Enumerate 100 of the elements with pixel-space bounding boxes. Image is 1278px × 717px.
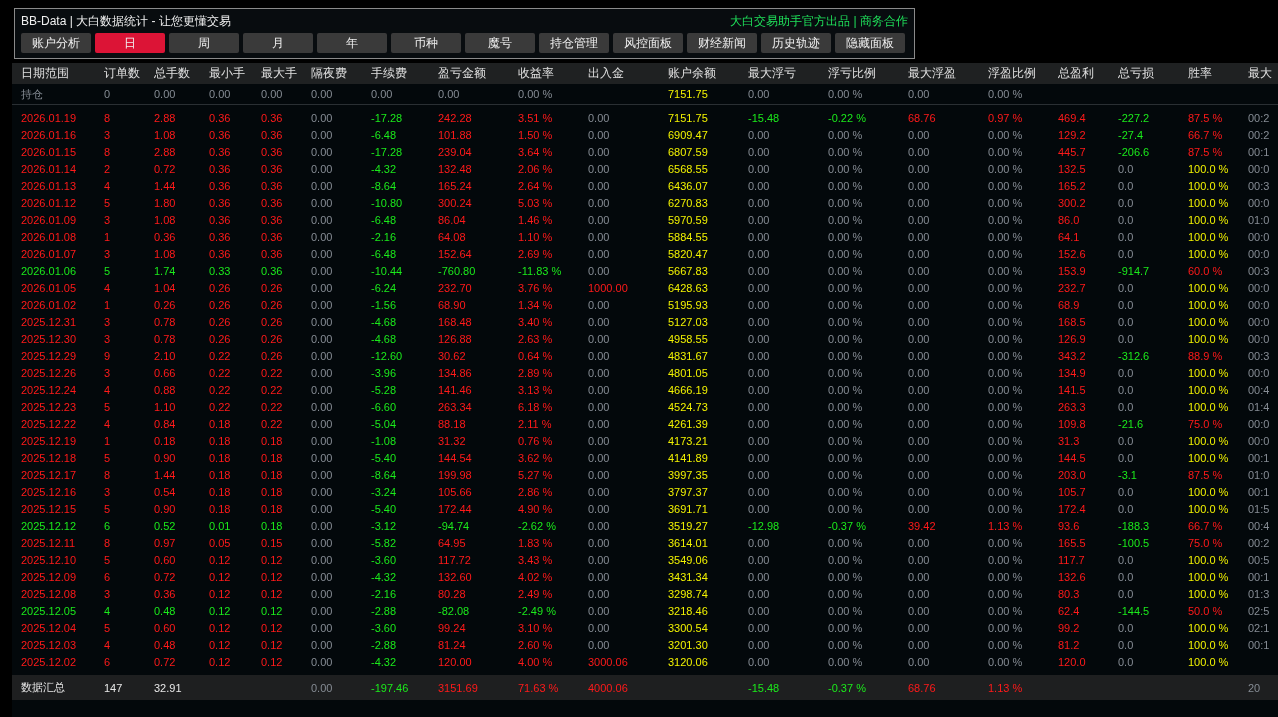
- table-cell-text: 88.9 %: [1188, 349, 1224, 362]
- table-cell-text: 00:4: [1248, 383, 1271, 396]
- row-label: 2025.12.22: [21, 417, 78, 430]
- table-cell-text: 0.00: [311, 638, 334, 651]
- table-cell-text: 0.00 %: [828, 400, 864, 413]
- table-cell-text: 0.0: [1118, 451, 1135, 464]
- table-cell-text: -4.68: [371, 315, 398, 328]
- period-tab[interactable]: 周: [169, 33, 239, 53]
- table-cell-text: 144.5: [1058, 451, 1087, 464]
- table-cell-text: 0.0: [1118, 179, 1135, 192]
- table-cell-text: 0.00: [311, 383, 334, 396]
- table-cell-text: -17.28: [371, 145, 404, 158]
- period-tab[interactable]: 日: [95, 33, 165, 53]
- table-cell-text: 0.72: [154, 162, 177, 175]
- table-cell-text: 0.00: [588, 213, 611, 226]
- period-tab[interactable]: 魔号: [465, 33, 535, 53]
- table-cell-text: 0.00 %: [988, 485, 1024, 498]
- period-tab[interactable]: 币种: [391, 33, 461, 53]
- table-cell-text: -2.88: [371, 604, 398, 617]
- table-cell-text: 0.00: [908, 502, 931, 515]
- period-tab[interactable]: 月: [243, 33, 313, 53]
- credit-link[interactable]: 大白交易助手官方出品 | 商务合作: [730, 12, 908, 30]
- table-cell-text: 3797.37: [668, 485, 709, 498]
- table-cell-text: 00:1: [1248, 145, 1271, 158]
- table-cell-text: 0.00 %: [988, 128, 1024, 141]
- column-header: 浮亏比例: [828, 65, 877, 82]
- table-cell-text: 8: [104, 111, 112, 124]
- table-cell-text: 0.00: [908, 162, 931, 175]
- row-label: 2026.01.14: [21, 162, 78, 175]
- table-cell-text: 0.00: [311, 502, 334, 515]
- table-cell-text: 0.00: [748, 587, 771, 600]
- table-cell-text: 0.00: [311, 349, 334, 362]
- table-cell-text: -2.16: [371, 587, 398, 600]
- table-cell-text: 0.12: [261, 621, 284, 634]
- row-label: 2025.12.24: [21, 383, 78, 396]
- table-cell-text: 0.00: [311, 88, 334, 100]
- table-cell-text: 0.97: [154, 536, 177, 549]
- table-cell-text: 5.03 %: [518, 196, 554, 209]
- table-cell-text: -6.24: [371, 281, 398, 294]
- table-cell-text: 0.00: [908, 179, 931, 192]
- table-cell-text: 0.00: [588, 417, 611, 430]
- table-cell-text: 0.00: [748, 638, 771, 651]
- table-cell-text: 0.26: [261, 349, 284, 362]
- table-cell-text: 117.7: [1058, 553, 1086, 566]
- table-cell-text: -3.96: [371, 366, 398, 379]
- table-cell-text: 5195.93: [668, 298, 709, 311]
- table-cell-text: 132.5: [1058, 162, 1087, 175]
- period-tab[interactable]: 历史轨迹: [761, 33, 831, 53]
- table-cell-text: 0.00: [908, 383, 931, 396]
- table-cell-text: 0.00: [908, 145, 931, 158]
- table-cell-text: 0.36: [261, 230, 284, 243]
- app-title: BB-Data | 大白数据统计 - 让您更懂交易: [21, 12, 231, 30]
- period-tab[interactable]: 隐藏面板: [835, 33, 905, 53]
- period-tab[interactable]: 财经新闻: [687, 33, 757, 53]
- table-cell-text: 0.18: [261, 434, 284, 447]
- table-cell-text: 0.36: [154, 230, 177, 243]
- table-cell-text: 0.00: [908, 349, 931, 362]
- period-tab[interactable]: 持仓管理: [539, 33, 609, 53]
- period-tab[interactable]: 风控面板: [613, 33, 683, 53]
- table-cell-text: 0.18: [209, 468, 232, 481]
- table-cell-text: 0.00 %: [828, 264, 864, 277]
- table-cell-text: 0.00: [311, 332, 334, 345]
- table-cell-text: 0.00: [908, 570, 931, 583]
- period-tab[interactable]: 账户分析: [21, 33, 91, 53]
- table-cell-text: 0.00: [311, 451, 334, 464]
- table-cell-text: 0.26: [261, 281, 284, 294]
- table-cell-text: 0.00: [748, 621, 771, 634]
- table-cell-text: 3: [104, 485, 112, 498]
- table-cell-text: -206.6: [1118, 145, 1151, 158]
- table-cell-text: 0.00: [588, 570, 611, 583]
- table-cell-text: 0.36: [261, 264, 284, 277]
- table-cell-text: 0.00 %: [828, 162, 864, 175]
- table-cell-text: 0.12: [261, 655, 284, 668]
- table-cell-text: 445.7: [1058, 145, 1087, 158]
- table-cell-text: 0.00: [908, 315, 931, 328]
- table-cell-text: 00:2: [1248, 128, 1271, 141]
- table-cell-text: 00:0: [1248, 162, 1271, 175]
- table-cell-text: 0.36: [209, 213, 232, 226]
- table-cell-text: 5: [104, 264, 112, 277]
- table-cell-text: 68.90: [438, 298, 467, 311]
- row-label: 2025.12.04: [21, 621, 78, 634]
- table-cell-text: 100.0 %: [1188, 213, 1230, 226]
- table-cell-text: 0.00 %: [988, 298, 1024, 311]
- table-cell-text: 0.78: [154, 315, 177, 328]
- table-cell-text: 1.34 %: [518, 298, 554, 311]
- table-cell-text: -3.1: [1118, 468, 1138, 481]
- table-cell-text: 168.48: [438, 315, 473, 328]
- column-header: 隔夜费: [311, 65, 348, 82]
- column-header: 最大浮盈: [908, 65, 957, 82]
- period-tab[interactable]: 年: [317, 33, 387, 53]
- table-cell-text: 2.49 %: [518, 587, 554, 600]
- table-cell-text: 263.34: [438, 400, 473, 413]
- table-cell-text: 4958.55: [668, 332, 709, 345]
- table-cell-text: 0.00 %: [828, 196, 864, 209]
- table-cell-text: 87.5 %: [1188, 145, 1224, 158]
- table-cell-text: 5: [104, 400, 112, 413]
- table-cell-text: 3: [104, 315, 112, 328]
- table-cell-text: 0.0: [1118, 230, 1135, 243]
- table-cell-text: 105.7: [1058, 485, 1087, 498]
- table-cell-text: 0.12: [261, 604, 284, 617]
